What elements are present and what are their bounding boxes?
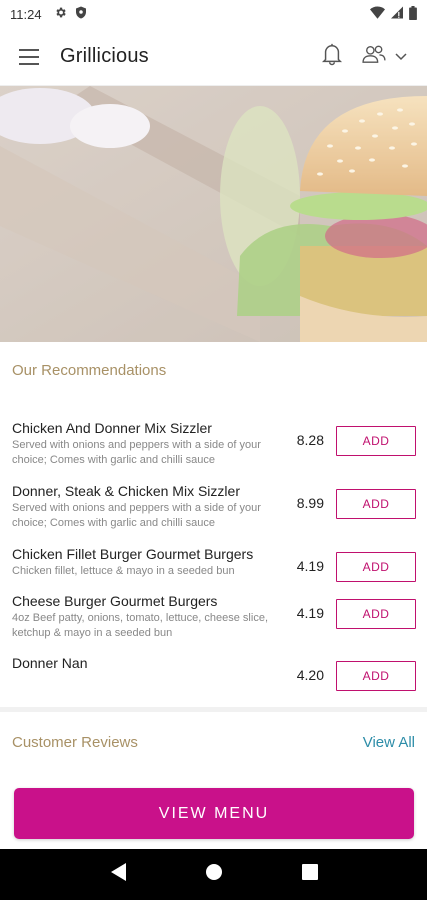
- item-description: Chicken fillet, lettuce & mayo in a seed…: [12, 565, 235, 577]
- item-name: Donner Nan: [12, 655, 88, 671]
- shield-icon: [75, 6, 87, 22]
- item-price: 4.20: [296, 667, 324, 683]
- account-switch-button[interactable]: [361, 44, 407, 69]
- item-name: Donner, Steak & Chicken Mix Sizzler: [12, 483, 240, 499]
- add-button[interactable]: ADD: [336, 489, 416, 519]
- signal-icon: [391, 6, 403, 22]
- menu-icon[interactable]: [14, 40, 48, 74]
- item-name: Cheese Burger Gourmet Burgers: [12, 593, 218, 609]
- view-all-link[interactable]: View All: [363, 734, 415, 751]
- add-button[interactable]: ADD: [336, 599, 416, 629]
- item-description: 4oz Beef patty, onions, tomato, lettuce,…: [12, 612, 268, 639]
- app-title: Grillicious: [60, 45, 149, 67]
- recommendations-title: Our Recommendations: [12, 362, 167, 379]
- item-price: 8.99: [296, 495, 324, 511]
- add-button[interactable]: ADD: [336, 661, 416, 691]
- users-icon: [361, 44, 387, 69]
- bell-icon[interactable]: [321, 42, 343, 71]
- system-nav-bar: [0, 849, 427, 900]
- list-item: Chicken Fillet Burger Gourmet Burgers Ch…: [0, 546, 427, 586]
- view-menu-button[interactable]: VIEW MENU: [14, 788, 414, 839]
- item-price: 4.19: [296, 605, 324, 621]
- list-item: Donner, Steak & Chicken Mix Sizzler Serv…: [0, 483, 427, 539]
- app-bar: Grillicious: [0, 28, 427, 86]
- item-name: Chicken Fillet Burger Gourmet Burgers: [12, 546, 254, 562]
- item-name: Chicken And Donner Mix Sizzler: [12, 420, 212, 436]
- settings-icon: [54, 6, 67, 22]
- list-item: Chicken And Donner Mix Sizzler Served wi…: [0, 420, 427, 476]
- item-price: 4.19: [296, 558, 324, 574]
- item-description: Served with onions and peppers with a si…: [12, 502, 261, 529]
- add-button[interactable]: ADD: [336, 552, 416, 582]
- wifi-icon: [370, 6, 385, 22]
- item-price: 8.28: [296, 432, 324, 448]
- status-bar: 11:24: [0, 0, 427, 28]
- battery-icon: [409, 5, 417, 23]
- item-description: Served with onions and peppers with a si…: [12, 439, 261, 466]
- add-button[interactable]: ADD: [336, 426, 416, 456]
- recents-icon[interactable]: [301, 864, 318, 885]
- reviews-title: Customer Reviews: [12, 734, 138, 751]
- list-item: Cheese Burger Gourmet Burgers 4oz Beef p…: [0, 593, 427, 649]
- back-icon[interactable]: [109, 862, 127, 887]
- chevron-down-icon: [395, 48, 407, 66]
- hero-image: [0, 86, 427, 342]
- home-icon[interactable]: [205, 863, 223, 886]
- list-item: Donner Nan 4.20 ADD: [0, 655, 427, 695]
- status-time: 11:24: [10, 6, 42, 22]
- section-divider: [0, 707, 427, 712]
